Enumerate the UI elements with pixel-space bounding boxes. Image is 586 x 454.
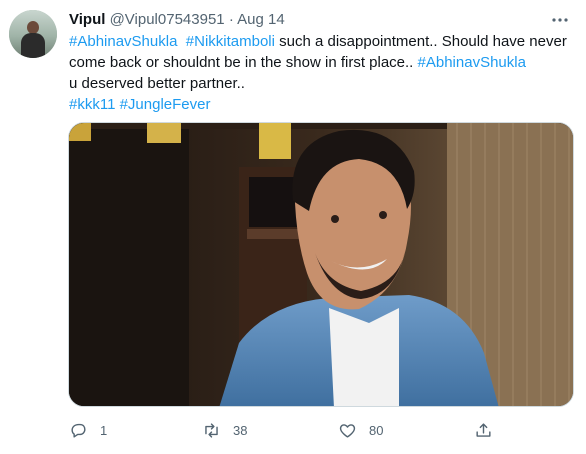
reply-button[interactable]: 1 bbox=[69, 418, 107, 442]
hashtag-link[interactable]: #JungleFever bbox=[120, 96, 211, 113]
retweet-button[interactable]: 38 bbox=[202, 418, 247, 442]
tweet-date[interactable]: Aug 14 bbox=[237, 11, 285, 28]
like-button[interactable]: 80 bbox=[338, 418, 383, 442]
photo-illustration bbox=[69, 123, 573, 406]
heart-icon bbox=[339, 423, 356, 438]
tweet-body-text: u deserved better partner.. bbox=[69, 75, 245, 92]
hashtag-link[interactable]: #Nikkitamboli bbox=[186, 33, 275, 50]
user-name[interactable]: Vipul bbox=[69, 11, 105, 28]
reply-count: 1 bbox=[100, 422, 108, 438]
tweet-text: #AbhinavShukla #Nikkitamboli such a disa… bbox=[69, 31, 574, 115]
user-handle[interactable]: @Vipul07543951 bbox=[110, 11, 225, 28]
separator-dot: · bbox=[228, 11, 234, 28]
hashtag-link[interactable]: #AbhinavShukla bbox=[69, 33, 177, 50]
hashtag-link[interactable]: #kkk11 bbox=[69, 96, 115, 113]
retweet-count: 38 bbox=[233, 422, 248, 438]
tweet-actions: 1 38 80 bbox=[69, 418, 574, 442]
tweet-photo[interactable] bbox=[68, 122, 574, 407]
more-horizontal-icon[interactable] bbox=[550, 12, 570, 28]
hashtag-link[interactable]: #AbhinavShukla bbox=[418, 54, 526, 71]
like-count: 80 bbox=[369, 422, 384, 438]
tweet-card[interactable]: Vipul @Vipul07543951 · Aug 14 #AbhinavSh… bbox=[0, 0, 586, 454]
share-button[interactable] bbox=[474, 418, 493, 442]
reply-icon bbox=[71, 423, 86, 438]
retweet-icon bbox=[205, 422, 218, 438]
tweet-header: Vipul @Vipul07543951 · Aug 14 bbox=[69, 10, 546, 30]
share-icon bbox=[476, 422, 491, 437]
avatar[interactable] bbox=[9, 10, 57, 58]
